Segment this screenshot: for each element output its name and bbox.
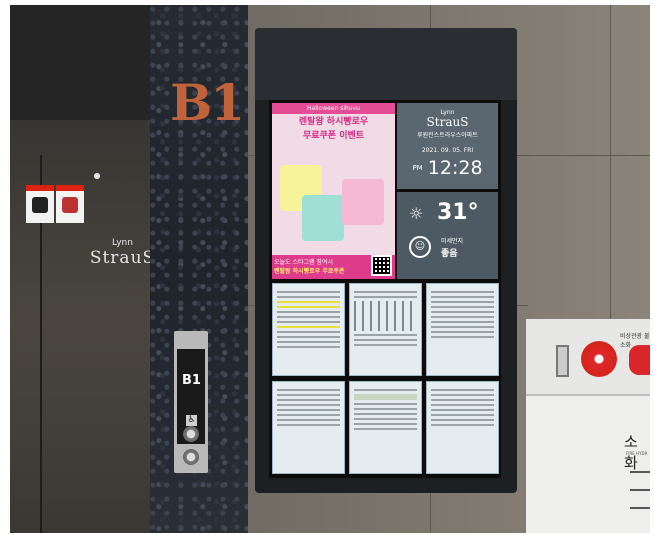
poster-title-line1: 렌탈왕 하시빵로우 xyxy=(298,117,369,127)
door-logo-brand: StrauS xyxy=(89,248,156,268)
poster-title-line2: 무료쿠폰 이벤트 xyxy=(302,131,365,141)
door-logo-small: Lynn xyxy=(112,238,133,248)
photo-scene: Lynn StrauS B1 B1 ♿ Halloween sihuvu 렌탈왕… xyxy=(0,0,653,535)
notice-document xyxy=(426,283,499,376)
wall-tile-seam xyxy=(610,5,611,319)
digital-signage: Halloween sihuvu 렌탈왕 하시빵로우 무료쿠폰 이벤트 오늘도 … xyxy=(255,28,517,493)
floor-sign: B1 xyxy=(170,73,245,132)
notice-document xyxy=(272,283,345,376)
fire-hydrant-sublabel: FIRE HYDR xyxy=(626,451,648,456)
call-up-button[interactable] xyxy=(183,426,199,442)
air-quality-label: 미세먼지 xyxy=(441,238,464,245)
warning-sticker xyxy=(26,185,54,223)
poster-illustration xyxy=(302,195,344,241)
clock-building-name: 루원린스트라우스아파트 xyxy=(417,132,478,139)
sun-icon: ☼ xyxy=(409,204,424,223)
notice-document xyxy=(426,381,499,474)
indicator-light xyxy=(94,173,100,179)
door-logo: Lynn StrauS xyxy=(85,238,160,268)
event-poster: Halloween sihuvu 렌탈왕 하시빵로우 무료쿠폰 이벤트 오늘도 … xyxy=(272,103,395,279)
poster-illustration xyxy=(342,179,384,225)
poster-header: Halloween sihuvu xyxy=(272,103,395,114)
fire-alarm-bell[interactable] xyxy=(581,341,617,377)
notice-document xyxy=(349,381,422,474)
clock-brand: StrauS xyxy=(426,115,469,129)
qr-code-icon xyxy=(371,255,392,276)
signage-top-bezel xyxy=(255,28,517,100)
fire-hydrant-box: 비상관광 불소화 소 화 FIRE HYDR xyxy=(526,319,650,533)
clock-ampm: PM xyxy=(412,164,423,172)
fire-instruction-line xyxy=(630,471,650,473)
fire-alarm-panel: 비상관광 불소화 xyxy=(526,319,650,396)
fire-alarm-light xyxy=(629,345,650,375)
signage-screen: Halloween sihuvu 렌탈왕 하시빵로우 무료쿠폰 이벤트 오늘도 … xyxy=(269,100,501,478)
air-quality-value: 좋음 xyxy=(441,249,458,259)
weather-widget: ☼ 31° ☺ 미세먼지 좋음 xyxy=(397,192,498,279)
clock-hour-minute: 12:28 xyxy=(427,157,483,179)
poster-footer: 오늘도 스타그램 참여시 렌탈왕 하시빵로우 무료쿠폰 xyxy=(272,255,395,279)
elevator-call-panel: B1 ♿ xyxy=(174,331,208,473)
wheelchair-icon: ♿ xyxy=(186,415,197,426)
call-down-button[interactable] xyxy=(183,449,199,465)
clock-time: PM 12:28 xyxy=(397,157,498,179)
clock-date: 2021. 09. 05. FRI xyxy=(421,147,474,154)
alarm-switch[interactable] xyxy=(556,345,569,377)
weather-temperature: 31° xyxy=(437,200,479,225)
panel-floor-indicator: B1 xyxy=(182,373,201,388)
notice-document xyxy=(272,381,345,474)
smile-face-icon: ☺ xyxy=(409,236,431,258)
warning-sticker xyxy=(56,185,84,223)
notice-document xyxy=(349,283,422,376)
elevator-lobby-photo: Lynn StrauS B1 B1 ♿ Halloween sihuvu 렌탈왕… xyxy=(10,5,650,533)
clock-widget: Lynn StrauS 루원린스트라우스아파트 2021. 09. 05. FR… xyxy=(397,103,498,189)
fire-instruction-line xyxy=(630,507,650,509)
fire-instruction-line xyxy=(630,489,650,491)
elevator-door: Lynn StrauS xyxy=(10,5,154,533)
door-header xyxy=(10,5,152,120)
fire-panel-tag: 비상관광 불소화 xyxy=(620,333,650,349)
